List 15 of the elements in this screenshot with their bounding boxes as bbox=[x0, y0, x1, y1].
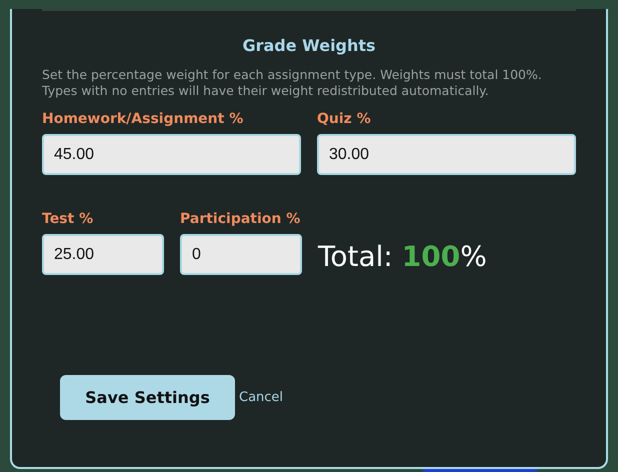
section-description: Set the percentage weight for each assignment type. Weights must total 100%. Types with no entries will have their weight redistributed automatically. bbox=[42, 67, 543, 99]
input-field[interactable]: 0 bbox=[180, 234, 302, 275]
input-field[interactable]: 45.00 bbox=[42, 134, 301, 175]
field-label: Homework/Assignment % bbox=[42, 111, 244, 127]
input-field[interactable]: 30.00 bbox=[317, 134, 576, 175]
save-button[interactable]: Save Settings bbox=[60, 375, 235, 420]
input-field[interactable]: 25.00 bbox=[42, 234, 164, 275]
percent-sign: % bbox=[460, 240, 487, 273]
field-label: Participation % bbox=[180, 211, 302, 227]
field-label: Quiz % bbox=[317, 111, 372, 127]
section-title: Grade Weights bbox=[241, 36, 377, 55]
total-label: Total: bbox=[318, 240, 393, 273]
field-label: Test % bbox=[42, 211, 94, 227]
total-value: 100 bbox=[402, 240, 460, 273]
cancel-link[interactable]: Cancel bbox=[239, 390, 284, 405]
